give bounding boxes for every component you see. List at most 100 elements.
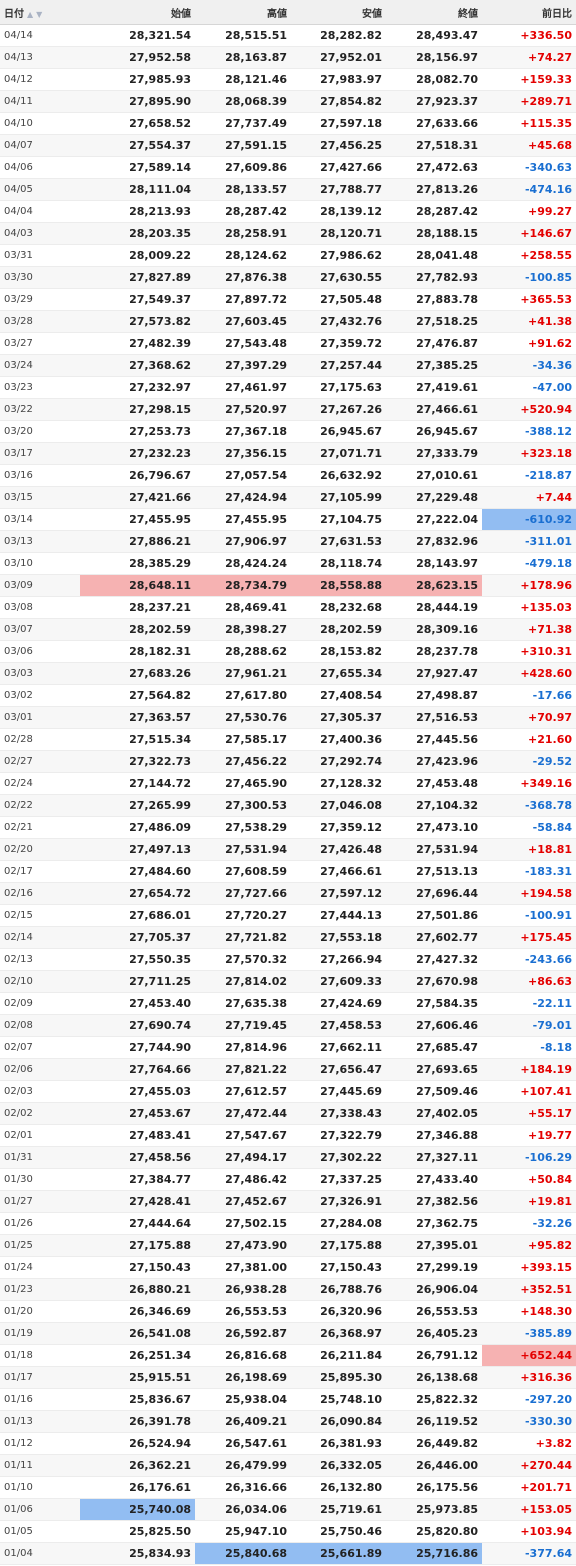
close-cell: 26,945.67	[386, 420, 482, 443]
change-cell: -183.31	[482, 860, 576, 883]
table-row: 01/16 25,836.67 25,938.04 25,748.10 25,822.3…	[0, 1388, 576, 1411]
open-cell: 27,483.41	[80, 1124, 195, 1147]
low-cell: 27,983.97	[291, 68, 386, 91]
date-cell: 03/07	[0, 618, 80, 641]
date-cell: 02/15	[0, 904, 80, 927]
open-cell: 25,834.93	[80, 1542, 195, 1565]
close-cell: 26,138.68	[386, 1366, 482, 1389]
close-cell: 27,782.93	[386, 266, 482, 289]
table-row: 03/31 28,009.22 28,124.62 27,986.62 28,041.4…	[0, 244, 576, 267]
open-cell: 28,648.11	[80, 574, 195, 597]
high-cell: 28,515.51	[195, 24, 291, 47]
low-cell: 27,267.26	[291, 398, 386, 421]
high-cell: 27,906.97	[195, 530, 291, 553]
table-row: 04/14 28,321.54 28,515.51 28,282.82 28,493.4…	[0, 24, 576, 47]
table-row: 04/13 27,952.58 28,163.87 27,952.01 28,156.9…	[0, 46, 576, 69]
change-cell: +201.71	[482, 1476, 576, 1499]
date-cell: 01/20	[0, 1300, 80, 1323]
date-cell: 01/16	[0, 1388, 80, 1411]
table-row: 01/19 26,541.08 26,592.87 26,368.97 26,405.2…	[0, 1322, 576, 1345]
open-cell: 27,573.82	[80, 310, 195, 333]
close-cell: 27,385.25	[386, 354, 482, 377]
close-cell: 27,513.13	[386, 860, 482, 883]
table-row: 03/23 27,232.97 27,461.97 27,175.63 27,419.6…	[0, 376, 576, 399]
table-row: 04/05 28,111.04 28,133.57 27,788.77 27,813.2…	[0, 178, 576, 201]
low-cell: 28,153.82	[291, 640, 386, 663]
sort-descending-icon[interactable]: ▼	[36, 10, 42, 19]
table-row: 01/17 25,915.51 26,198.69 25,895.30 26,138.6…	[0, 1366, 576, 1389]
date-cell: 02/27	[0, 750, 80, 773]
high-cell: 27,814.02	[195, 970, 291, 993]
low-cell: 27,305.37	[291, 706, 386, 729]
date-cell: 01/11	[0, 1454, 80, 1477]
open-cell: 26,362.21	[80, 1454, 195, 1477]
low-cell: 28,120.71	[291, 222, 386, 245]
high-column-header[interactable]: 高値	[195, 0, 291, 25]
high-cell: 27,520.97	[195, 398, 291, 421]
high-cell: 27,456.22	[195, 750, 291, 773]
date-column-header[interactable]: 日付 ▲ ▼	[0, 0, 80, 25]
table-row: 03/28 27,573.82 27,603.45 27,432.76 27,518.2…	[0, 310, 576, 333]
high-cell: 28,398.27	[195, 618, 291, 641]
low-cell: 27,609.33	[291, 970, 386, 993]
open-cell: 27,686.01	[80, 904, 195, 927]
open-cell: 27,985.93	[80, 68, 195, 91]
high-cell: 27,603.45	[195, 310, 291, 333]
change-cell: +175.45	[482, 926, 576, 949]
table-row: 02/07 27,744.90 27,814.96 27,662.11 27,685.4…	[0, 1036, 576, 1059]
table-row: 01/04 25,834.93 25,840.68 25,661.89 25,716.8…	[0, 1542, 576, 1565]
low-cell: 27,630.55	[291, 266, 386, 289]
low-column-header[interactable]: 安値	[291, 0, 386, 25]
date-cell: 01/04	[0, 1542, 80, 1565]
change-cell: -311.01	[482, 530, 576, 553]
date-cell: 01/10	[0, 1476, 80, 1499]
open-cell: 27,486.09	[80, 816, 195, 839]
change-cell: +50.84	[482, 1168, 576, 1191]
high-cell: 27,608.59	[195, 860, 291, 883]
table-row: 03/08 28,237.21 28,469.41 28,232.68 28,444.1…	[0, 596, 576, 619]
high-cell: 28,124.62	[195, 244, 291, 267]
open-cell: 27,453.67	[80, 1102, 195, 1125]
close-cell: 27,333.79	[386, 442, 482, 465]
sort-ascending-icon[interactable]: ▲	[27, 10, 33, 19]
open-cell: 27,428.41	[80, 1190, 195, 1213]
change-column-header[interactable]: 前日比	[482, 0, 576, 25]
close-cell: 27,423.96	[386, 750, 482, 773]
high-cell: 27,530.76	[195, 706, 291, 729]
close-cell: 27,382.56	[386, 1190, 482, 1213]
open-column-header[interactable]: 始値	[80, 0, 195, 25]
change-cell: +103.94	[482, 1520, 576, 1543]
high-cell: 27,547.67	[195, 1124, 291, 1147]
close-cell: 27,104.32	[386, 794, 482, 817]
low-cell: 27,553.18	[291, 926, 386, 949]
date-cell: 03/22	[0, 398, 80, 421]
date-cell: 02/20	[0, 838, 80, 861]
table-row: 01/23 26,880.21 26,938.28 26,788.76 26,906.0…	[0, 1278, 576, 1301]
date-cell: 03/16	[0, 464, 80, 487]
table-row: 03/27 27,482.39 27,543.48 27,359.72 27,476.8…	[0, 332, 576, 355]
table-row: 03/06 28,182.31 28,288.62 28,153.82 28,237.7…	[0, 640, 576, 663]
high-cell: 26,316.66	[195, 1476, 291, 1499]
change-cell: +310.31	[482, 640, 576, 663]
table-row: 04/03 28,203.35 28,258.91 28,120.71 28,188.1…	[0, 222, 576, 245]
close-column-header[interactable]: 終値	[386, 0, 482, 25]
date-cell: 02/13	[0, 948, 80, 971]
date-cell: 04/13	[0, 46, 80, 69]
low-cell: 27,150.43	[291, 1256, 386, 1279]
low-cell: 25,661.89	[291, 1542, 386, 1565]
table-row: 03/01 27,363.57 27,530.76 27,305.37 27,516.5…	[0, 706, 576, 729]
table-row: 01/12 26,524.94 26,547.61 26,381.93 26,449.8…	[0, 1432, 576, 1455]
open-cell: 28,111.04	[80, 178, 195, 201]
close-cell: 27,327.11	[386, 1146, 482, 1169]
close-cell: 27,518.31	[386, 134, 482, 157]
date-cell: 02/24	[0, 772, 80, 795]
low-cell: 27,104.75	[291, 508, 386, 531]
table-row: 02/08 27,690.74 27,719.45 27,458.53 27,606.4…	[0, 1014, 576, 1037]
change-cell: -330.30	[482, 1410, 576, 1433]
table-row: 04/07 27,554.37 27,591.15 27,456.25 27,518.3…	[0, 134, 576, 157]
open-cell: 27,827.89	[80, 266, 195, 289]
open-cell: 27,482.39	[80, 332, 195, 355]
low-cell: 27,986.62	[291, 244, 386, 267]
close-cell: 25,973.85	[386, 1498, 482, 1521]
open-cell: 27,253.73	[80, 420, 195, 443]
